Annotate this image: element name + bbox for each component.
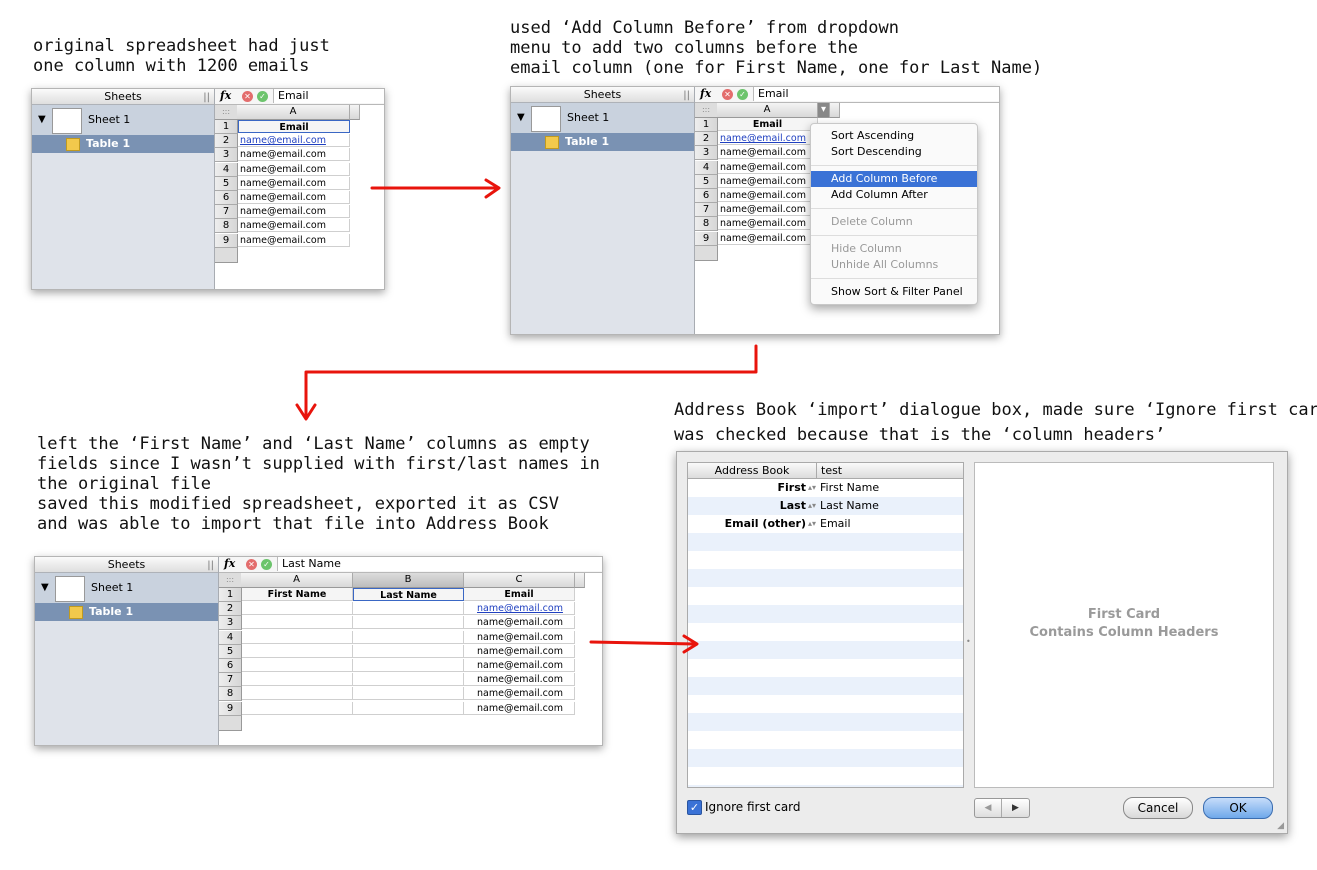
flow-arrows xyxy=(295,178,758,654)
arrow-2-line xyxy=(304,344,758,420)
arrow-3-line xyxy=(589,640,698,646)
